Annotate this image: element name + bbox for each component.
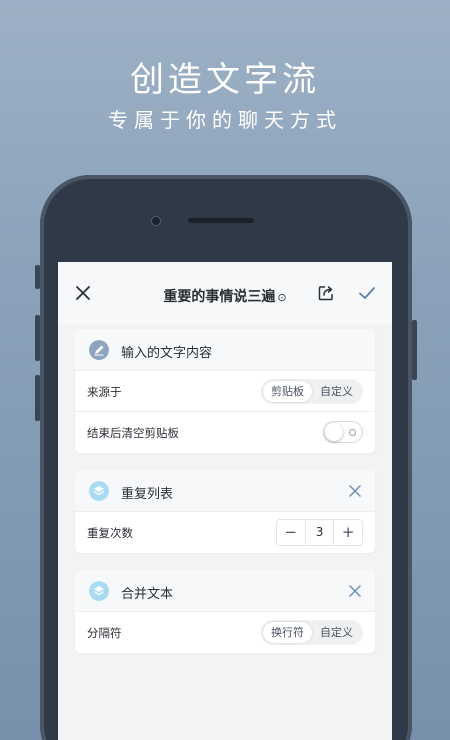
source-option-custom[interactable]: 自定义 bbox=[312, 381, 361, 402]
clear-clipboard-toggle[interactable] bbox=[323, 421, 363, 443]
earpiece-speaker bbox=[188, 218, 254, 223]
remove-merge-card-icon[interactable] bbox=[349, 585, 361, 597]
repeat-list-card: 重复列表 重复次数 − 3 + bbox=[75, 470, 375, 553]
repeat-list-card-title: 重复列表 bbox=[121, 487, 174, 502]
clear-clipboard-label: 结束后清空剪贴板 bbox=[87, 426, 179, 440]
remove-repeat-card-icon[interactable] bbox=[349, 485, 361, 497]
repeat-count-value[interactable]: 3 bbox=[304, 520, 335, 545]
toggle-off-indicator-icon bbox=[349, 429, 356, 436]
repeat-list-card-header[interactable]: 重复列表 bbox=[75, 470, 375, 512]
export-icon[interactable] bbox=[318, 285, 334, 301]
layers-icon bbox=[89, 481, 109, 501]
decrement-button[interactable]: − bbox=[277, 520, 305, 545]
page-title[interactable]: 重要的事情说三遍 ⊙ bbox=[58, 286, 392, 306]
pen-icon bbox=[89, 340, 109, 360]
layers-icon bbox=[89, 581, 109, 601]
clear-clipboard-row: 结束后清空剪贴板 bbox=[75, 412, 375, 453]
repeat-count-stepper[interactable]: − 3 + bbox=[276, 519, 363, 546]
separator-option-newline[interactable]: 换行符 bbox=[263, 622, 312, 643]
source-row: 来源于 剪贴板 自定义 bbox=[75, 371, 375, 412]
navigation-bar: 重要的事情说三遍 ⊙ bbox=[58, 262, 392, 324]
phone-volume-up bbox=[35, 315, 40, 361]
phone-volume-down bbox=[35, 375, 40, 421]
app-screen: 重要的事情说三遍 ⊙ 输入的文字内容 来源于 剪贴板 自定义 结束后清空剪贴板 … bbox=[58, 262, 392, 740]
input-text-card-header[interactable]: 输入的文字内容 bbox=[75, 329, 375, 371]
page-title-text: 重要的事情说三遍 bbox=[163, 289, 276, 305]
separator-row: 分隔符 换行符 自定义 bbox=[75, 612, 375, 653]
hero-subtitle: 专属于你的聊天方式 bbox=[108, 108, 342, 132]
phone-mute-switch bbox=[35, 265, 40, 289]
hero-title: 创造文字流 bbox=[130, 60, 320, 100]
merge-text-card: 合并文本 分隔符 换行符 自定义 bbox=[75, 570, 375, 653]
input-text-card-title: 输入的文字内容 bbox=[121, 346, 213, 361]
source-label: 来源于 bbox=[87, 385, 122, 399]
title-marker-icon: ⊙ bbox=[277, 291, 287, 304]
separator-segmented-control[interactable]: 换行符 自定义 bbox=[261, 620, 363, 645]
repeat-count-label: 重复次数 bbox=[87, 526, 133, 540]
repeat-count-row: 重复次数 − 3 + bbox=[75, 512, 375, 553]
phone-power-button bbox=[412, 320, 417, 380]
source-option-clipboard[interactable]: 剪贴板 bbox=[263, 381, 312, 402]
source-segmented-control[interactable]: 剪贴板 自定义 bbox=[261, 379, 363, 404]
merge-text-card-header[interactable]: 合并文本 bbox=[75, 570, 375, 612]
increment-button[interactable]: + bbox=[334, 520, 362, 545]
separator-option-custom[interactable]: 自定义 bbox=[312, 622, 361, 643]
check-icon[interactable] bbox=[358, 285, 376, 301]
input-text-card: 输入的文字内容 来源于 剪贴板 自定义 结束后清空剪贴板 bbox=[75, 329, 375, 453]
separator-label: 分隔符 bbox=[87, 626, 122, 640]
merge-text-card-title: 合并文本 bbox=[121, 587, 174, 602]
front-camera bbox=[152, 217, 160, 225]
toggle-knob bbox=[325, 423, 343, 441]
